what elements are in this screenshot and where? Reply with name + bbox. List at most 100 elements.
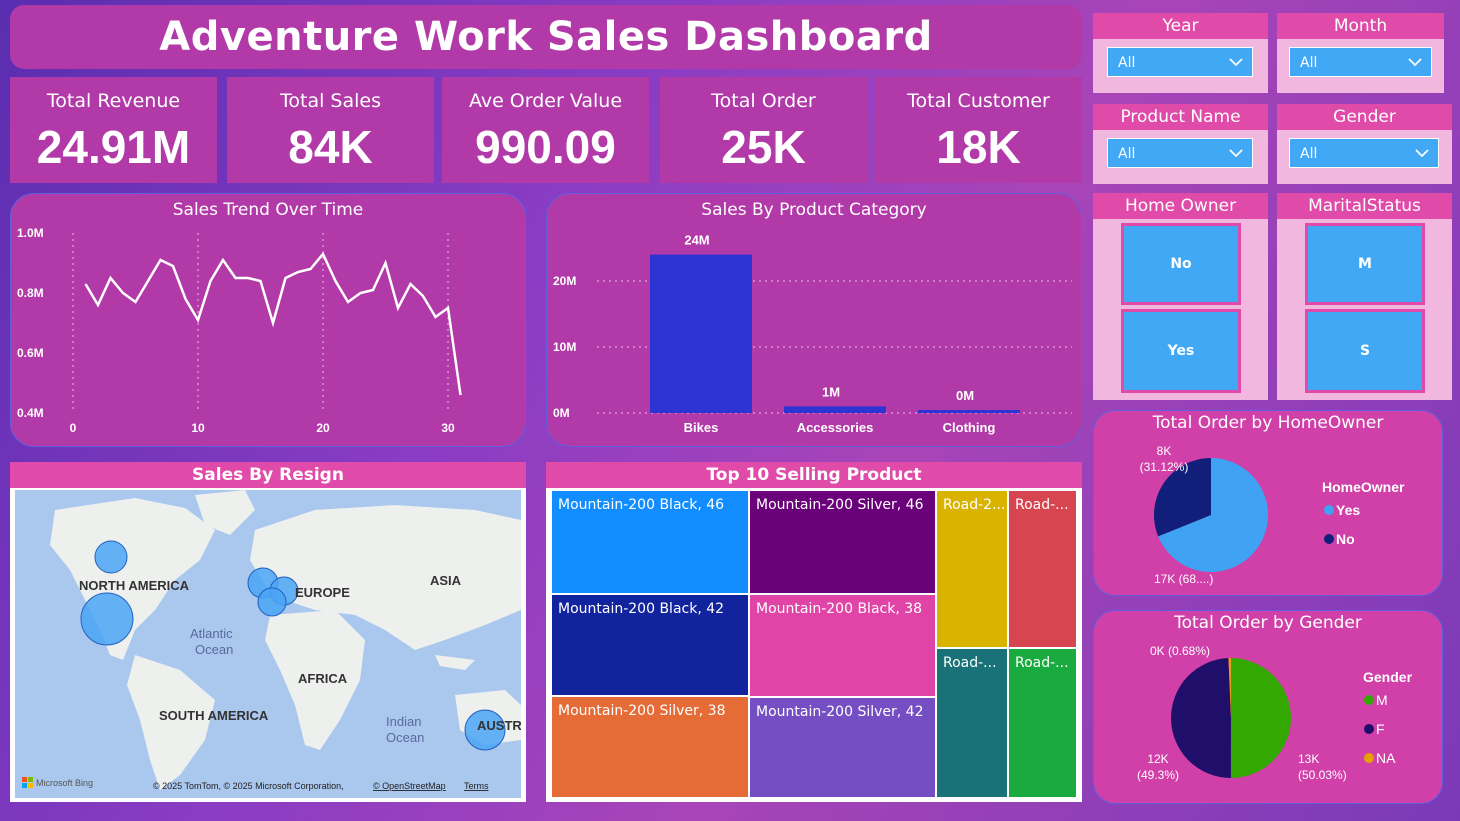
label-indian-ocean: Ocean [386, 730, 424, 745]
bubble-united-states[interactable] [80, 592, 134, 646]
label-australia: AUSTR [477, 718, 521, 733]
label-south-america: SOUTH AMERICA [159, 708, 269, 723]
order-by-gender-chart[interactable]: Total Order by Gender Gender 0K (0.68%) 12… [1093, 610, 1443, 804]
kpi-value: 990.09 [475, 121, 616, 173]
y-tick-label: 0M [553, 406, 570, 420]
world-map[interactable]: NORTH AMERICA EUROPE ASIA AFRICA SOUTH A… [15, 490, 521, 798]
label-asia: ASIA [430, 573, 462, 588]
treemap-cell[interactable]: Mountain-200 Black, 42 [551, 594, 749, 696]
sales-by-category-chart[interactable]: Sales By Product Category 20M 10M 0M 24M Bik… [546, 193, 1082, 447]
legend-title: Gender [1363, 669, 1413, 685]
label-north-america: NORTH AMERICA [79, 578, 190, 593]
year-slicer: Year All [1093, 13, 1268, 93]
product-name-slicer: Product Name All [1093, 104, 1268, 184]
kpi-total-order[interactable]: Total Order 25K [660, 77, 867, 183]
product-name-dropdown[interactable]: All [1107, 138, 1253, 168]
pie-slice[interactable] [1170, 658, 1231, 778]
treemap-cell[interactable]: Mountain-200 Black, 38 [749, 594, 936, 697]
gender-pie-svg: Gender 0K (0.68%) 12K (49.3%) 13K (50.03%) MFN… [1137, 644, 1413, 782]
top-selling-treemap[interactable]: Top 10 Selling Product Mountain-200 Blac… [546, 462, 1082, 802]
treemap-cell[interactable]: Mountain-200 Silver, 38 [551, 696, 749, 798]
legend-title: HomeOwner [1322, 479, 1405, 495]
marital-m-tile[interactable]: M [1305, 223, 1425, 305]
x-tick-label: 20 [316, 421, 330, 435]
treemap-cell[interactable]: Road-... [1008, 648, 1077, 798]
line-series[interactable] [84, 251, 462, 396]
treemap-cell[interactable]: Road-... [936, 648, 1008, 798]
bar[interactable] [918, 410, 1020, 413]
osm-link[interactable]: © OpenStreetMap [373, 781, 446, 791]
line-chart-svg: 0 10 20 30 1.0M 0.8M 0.6M 0.4M [17, 226, 462, 435]
legend-label[interactable]: No [1336, 531, 1355, 547]
page-title: Adventure Work Sales Dashboard [159, 14, 933, 60]
marital-s-tile[interactable]: S [1305, 309, 1425, 393]
legend-marker [1364, 753, 1374, 763]
month-slicer: Month All [1277, 13, 1444, 93]
label-africa: AFRICA [298, 671, 348, 686]
treemap-cell[interactable]: Road-... [1008, 490, 1077, 648]
treemap-cell[interactable]: Mountain-200 Black, 46 [551, 490, 749, 594]
legend-marker [1324, 505, 1334, 515]
home-owner-slicer: Home Owner No Yes [1093, 193, 1268, 400]
y-tick-label: 20M [553, 274, 576, 288]
legend-label[interactable]: F [1376, 721, 1385, 737]
legend-label[interactable]: M [1376, 692, 1388, 708]
slicer-header: Month [1277, 13, 1444, 39]
bubble-france[interactable] [257, 587, 287, 617]
y-tick-label: 0.6M [17, 346, 44, 360]
home-owner-yes-tile[interactable]: Yes [1121, 309, 1241, 393]
bar[interactable] [784, 406, 886, 413]
year-dropdown[interactable]: All [1107, 47, 1253, 77]
bar-data-label: 0M [956, 388, 974, 403]
terms-link[interactable]: Terms [464, 781, 489, 791]
chevron-down-icon [1415, 149, 1429, 158]
dropdown-value: All [1118, 55, 1136, 71]
label-atlantic: Atlantic [190, 626, 233, 641]
treemap-cell[interactable]: Road-2... [936, 490, 1008, 648]
pie-data-label: (49.3%) [1137, 768, 1179, 782]
home-owner-no-tile[interactable]: No [1121, 223, 1241, 305]
kpi-label: Ave Order Value [468, 90, 623, 112]
sales-trend-chart[interactable]: Sales Trend Over Time 0 10 20 30 1.0M 0.8M 0.6… [10, 193, 526, 447]
pie-slice[interactable] [1230, 658, 1291, 778]
kpi-total-revenue[interactable]: Total Revenue 24.91M [10, 77, 217, 183]
y-tick-label: 1.0M [17, 226, 44, 240]
dropdown-value: All [1118, 146, 1136, 162]
gender-dropdown[interactable]: All [1289, 138, 1439, 168]
dropdown-value: All [1300, 55, 1318, 71]
kpi-ave-order-value[interactable]: Ave Order Value 990.09 [442, 77, 649, 183]
bubble-canada[interactable] [94, 540, 128, 574]
sales-by-region-map[interactable]: Sales By Resign NORTH AMERICA EUROPE ASI… [10, 462, 526, 802]
map-attribution: © 2025 TomTom, © 2025 Microsoft Corporat… [153, 781, 344, 791]
treemap-cell[interactable]: Mountain-200 Silver, 42 [749, 697, 936, 798]
homeowner-pie-svg: HomeOwner 8K (31.12%) 17K (68....) Yes No [1140, 444, 1405, 586]
y-tick-label: 0.8M [17, 286, 44, 300]
slicer-header: Product Name [1093, 104, 1268, 130]
bar-data-label: 1M [822, 384, 840, 399]
kpi-label: Total Order [711, 90, 816, 112]
slicer-header: Year [1093, 13, 1268, 39]
label-europe: EUROPE [295, 585, 350, 600]
kpi-label: Total Revenue [46, 90, 181, 112]
kpi-total-customer[interactable]: Total Customer 18K [875, 77, 1082, 183]
label-atlantic-ocean: Ocean [195, 642, 233, 657]
chevron-down-icon [1408, 58, 1422, 67]
kpi-value: 25K [721, 121, 806, 173]
bing-label: Microsoft Bing [36, 778, 93, 788]
slicer-header: MaritalStatus [1277, 193, 1452, 219]
pie-data-label: 0K (0.68%) [1150, 644, 1210, 658]
marital-status-slicer: MaritalStatus M S [1277, 193, 1452, 400]
legend-label[interactable]: Yes [1336, 502, 1360, 518]
kpi-total-sales[interactable]: Total Sales 84K [227, 77, 434, 183]
order-by-homeowner-chart[interactable]: Total Order by HomeOwner HomeOwner 8K (31.… [1093, 410, 1443, 596]
bar[interactable] [650, 254, 752, 413]
treemap-cell[interactable]: Mountain-200 Silver, 46 [749, 490, 936, 594]
chevron-down-icon [1229, 149, 1243, 158]
legend-marker [1364, 724, 1374, 734]
pie-data-label: 12K [1147, 752, 1168, 766]
pie-data-label: 17K (68....) [1154, 572, 1213, 586]
legend-label[interactable]: NA [1376, 750, 1396, 766]
map-title: Sales By Resign [10, 462, 526, 488]
slicer-header: Gender [1277, 104, 1452, 130]
month-dropdown[interactable]: All [1289, 47, 1432, 77]
